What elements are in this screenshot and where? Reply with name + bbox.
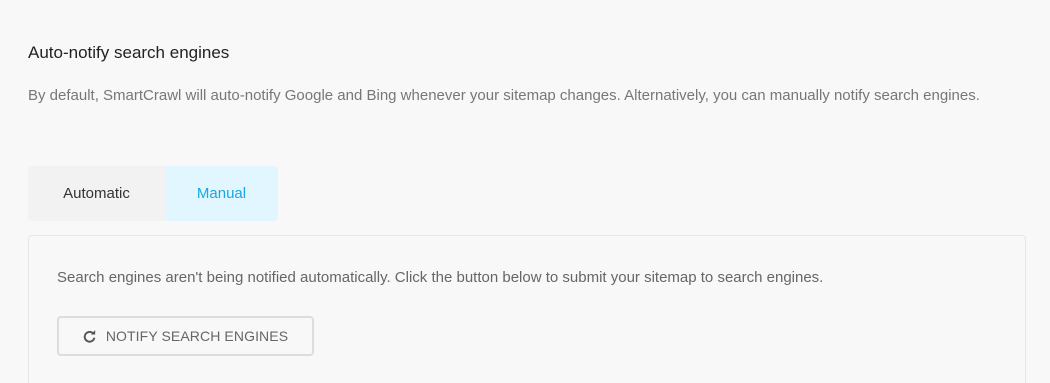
notify-button-label: NOTIFY SEARCH ENGINES (105, 328, 289, 344)
section-title: Auto-notify search engines (28, 43, 230, 62)
section-description: By default, SmartCrawl will auto-notify … (28, 87, 980, 104)
tab-automatic[interactable]: Automatic (28, 166, 165, 221)
panel-message: Search engines aren't being notified aut… (57, 269, 824, 286)
tab-manual[interactable]: Manual (165, 166, 278, 221)
notify-search-engines-button[interactable]: NOTIFY SEARCH ENGINES (57, 316, 314, 356)
manual-notify-panel: Search engines aren't being notified aut… (28, 235, 1026, 383)
refresh-icon (83, 329, 96, 343)
notify-mode-tabs: Automatic Manual (28, 166, 278, 221)
